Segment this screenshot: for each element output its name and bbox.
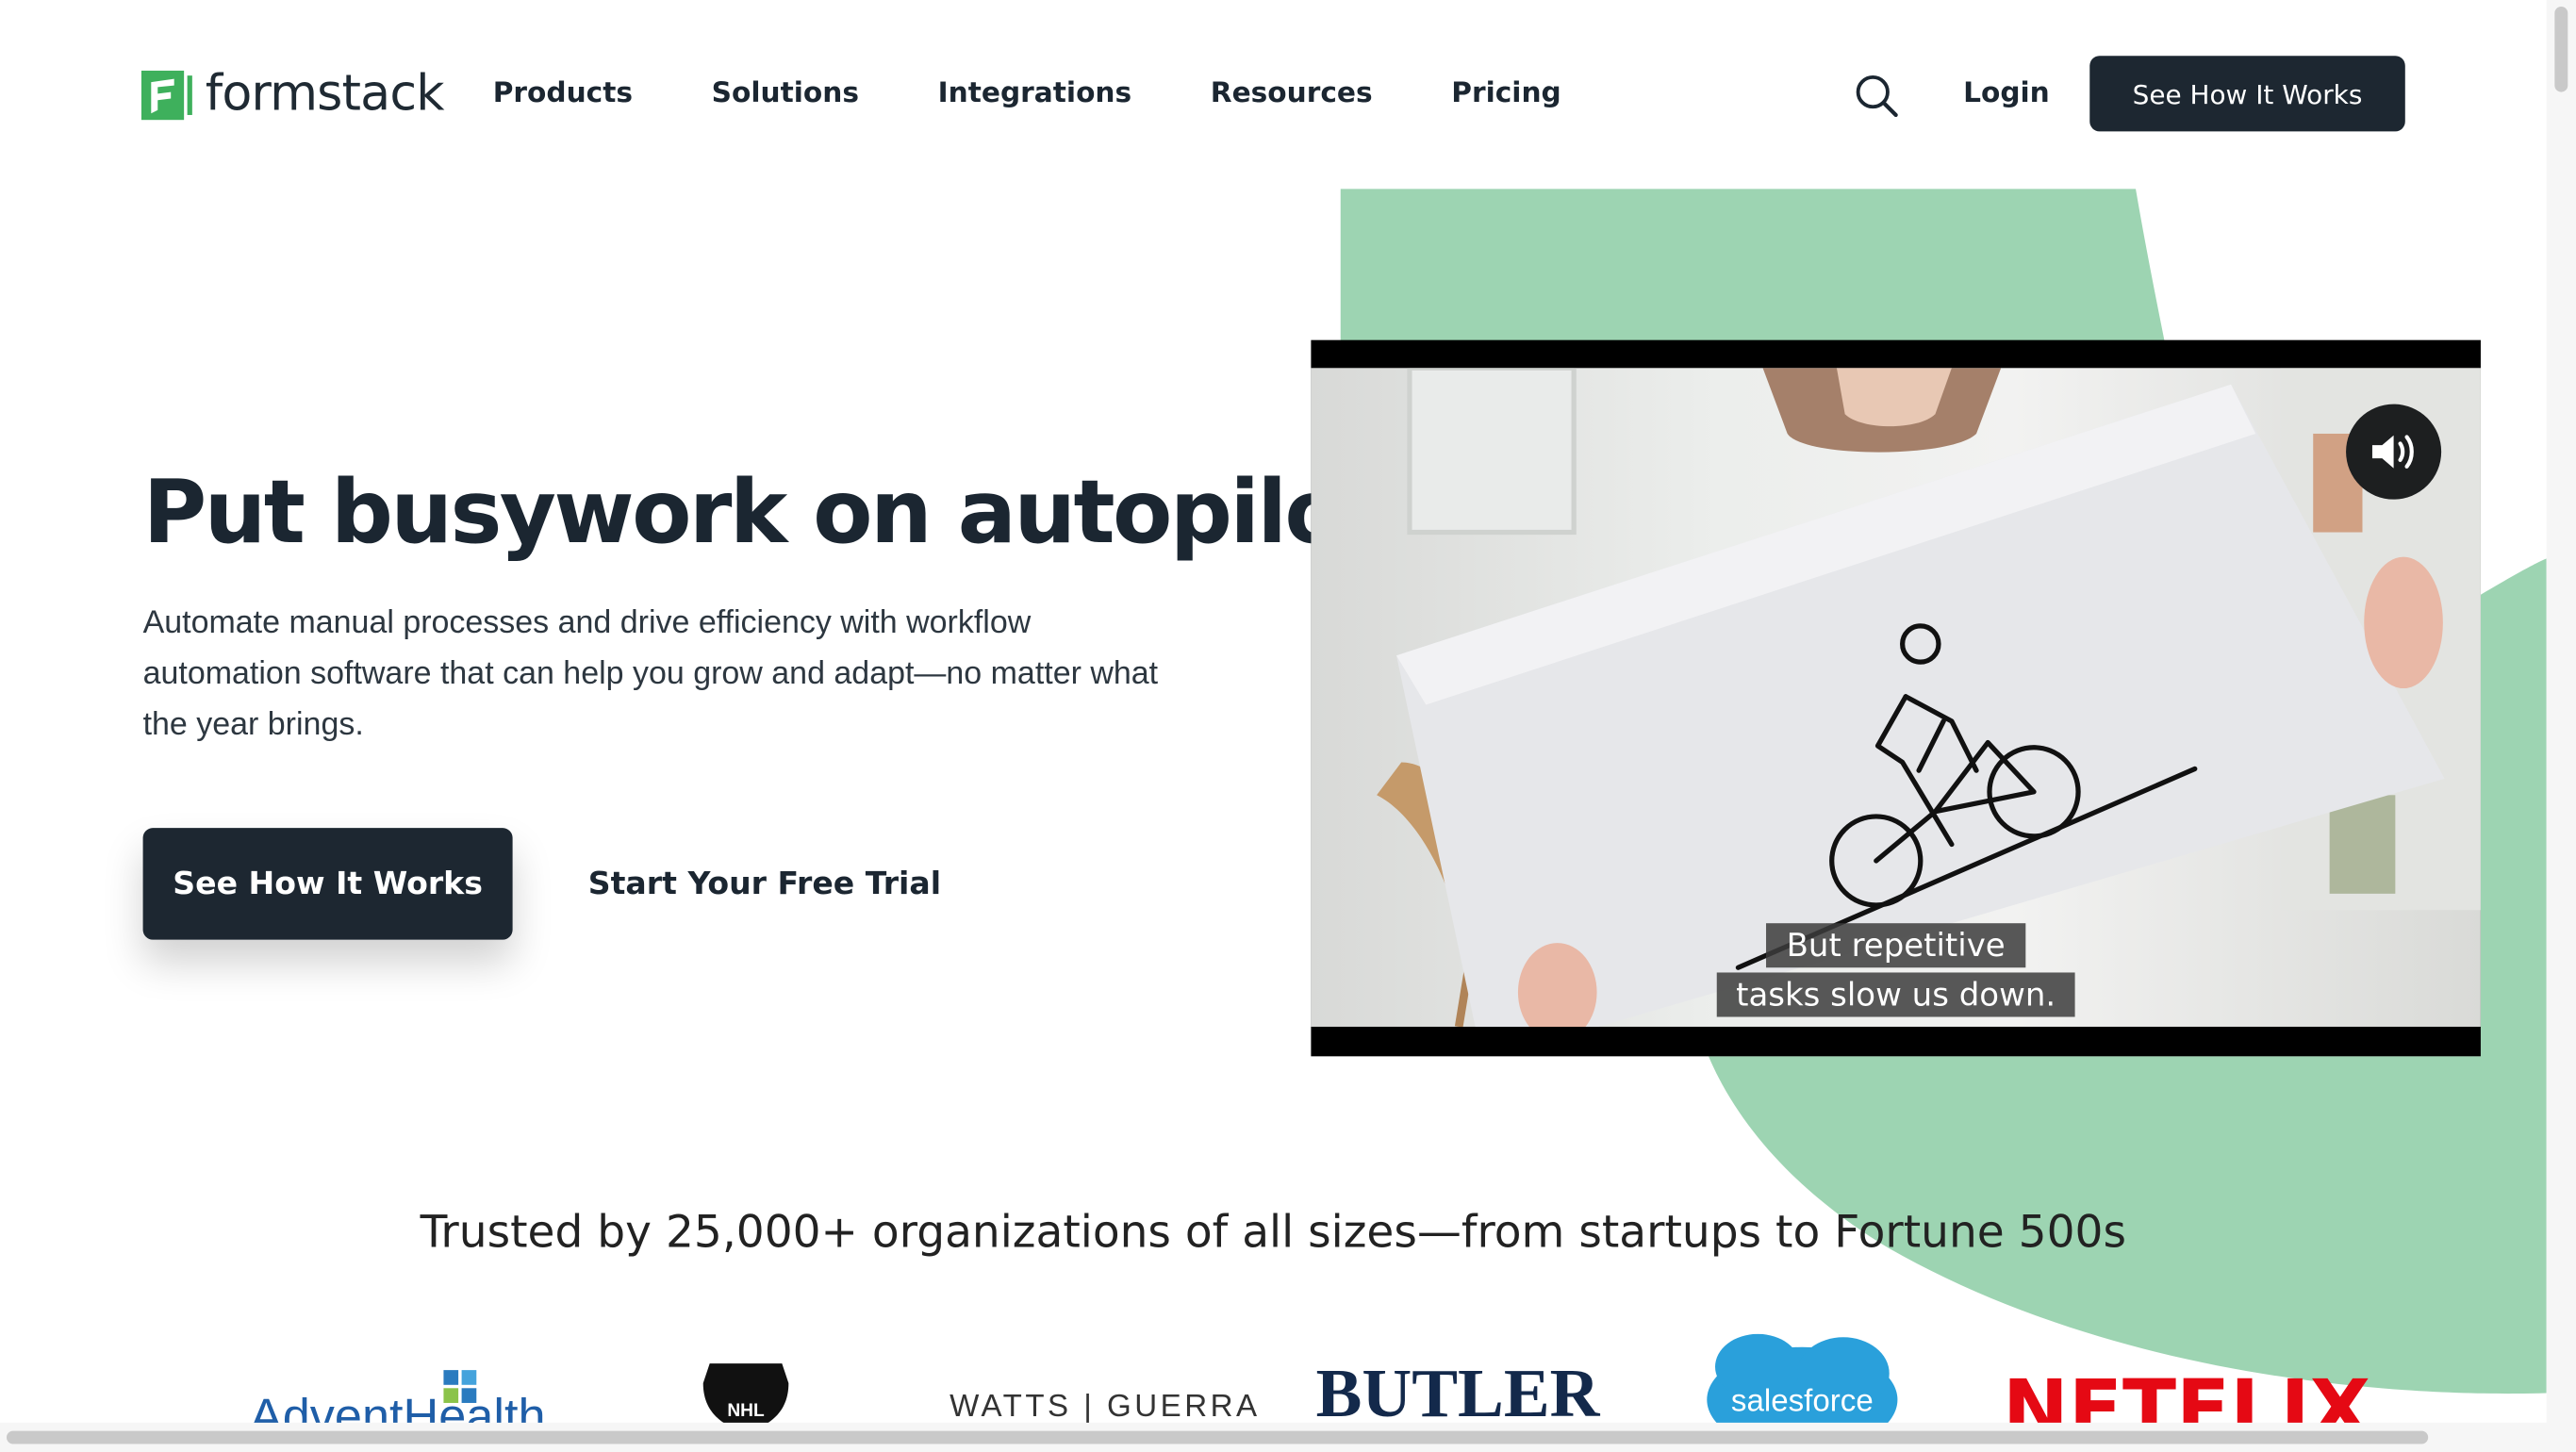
formstack-logo[interactable]: formstack (140, 65, 445, 124)
login-link[interactable]: Login (1963, 77, 2050, 110)
butler-logo: BUTLER (1316, 1355, 1601, 1431)
search-icon[interactable] (1853, 73, 1899, 119)
svg-text:NHL: NHL (727, 1401, 765, 1421)
watts-guerra-logo: WATTS | GUERRA (949, 1389, 1260, 1424)
vertical-scrollbar[interactable] (2546, 0, 2576, 1452)
see-how-it-works-nav-button[interactable]: See How It Works (2089, 56, 2405, 132)
nav-products[interactable]: Products (493, 77, 633, 110)
nav-pricing[interactable]: Pricing (1451, 77, 1560, 110)
video-caption-line-1: But repetitive (1311, 923, 2481, 968)
salesforce-logo: salesforce (1707, 1333, 1898, 1452)
video-frame: But repetitive tasks slow us down. (1311, 368, 2481, 1027)
trust-heading: Trusted by 25,000+ organizations of all … (420, 1207, 2127, 1259)
hero-title: Put busywork on autopilot (142, 463, 1384, 564)
horizontal-scrollbar[interactable] (0, 1422, 2576, 1452)
hero-subtitle: Automate manual processes and drive effi… (142, 604, 1159, 743)
logo-wordmark: formstack (205, 65, 445, 124)
volume-button[interactable] (2346, 404, 2442, 500)
see-how-it-works-button[interactable]: See How It Works (142, 828, 513, 940)
hero-video[interactable]: But repetitive tasks slow us down. (1311, 339, 2481, 1057)
main-nav: Products Solutions Integrations Resource… (493, 77, 1641, 110)
nav-integrations[interactable]: Integrations (938, 77, 1132, 110)
svg-text:salesforce: salesforce (1731, 1384, 1874, 1419)
nav-solutions[interactable]: Solutions (712, 77, 859, 110)
video-caption-line-2: tasks slow us down. (1311, 972, 2481, 1017)
customer-logos: AdventHealth NHL WATTS | GUERRA BUTLER s… (0, 1333, 2547, 1452)
volume-icon (2371, 435, 2414, 469)
nav-resources[interactable]: Resources (1211, 77, 1373, 110)
vertical-scrollbar-thumb[interactable] (2554, 6, 2568, 92)
start-free-trial-link[interactable]: Start Your Free Trial (588, 866, 941, 901)
horizontal-scrollbar-thumb[interactable] (6, 1430, 2429, 1444)
page: formstack Products Solutions Integration… (0, 0, 2576, 1452)
formstack-logo-icon (140, 70, 192, 120)
